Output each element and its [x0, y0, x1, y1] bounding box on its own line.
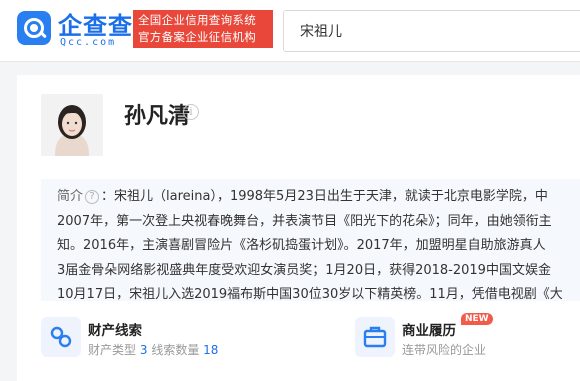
- new-badge: NEW: [461, 313, 493, 325]
- intro-label: 简介: [57, 189, 84, 204]
- slogan-line-1: 全国企业信用查询系统: [138, 13, 256, 27]
- intro-panel: 简介? ：宋祖儿（lareina），1998年5月23日出生于天津，就读于北京电影…: [41, 179, 580, 301]
- logo-icon[interactable]: [17, 11, 51, 45]
- briefcase-icon: [355, 317, 395, 357]
- property-clues-title[interactable]: 财产线索: [88, 319, 142, 339]
- business-history-title[interactable]: 商业履历: [402, 319, 456, 339]
- property-clues-meta: 财产类型 3 线索数量 18: [88, 343, 219, 357]
- person-card: 孙凡清 i 简介? ：宋祖儿（lareina），1998年5月23日出生于天津，就…: [17, 75, 580, 381]
- slogan-line-2: 官方备案企业征信机构: [138, 30, 256, 44]
- help-icon[interactable]: ?: [85, 190, 100, 204]
- intro-line-1: 简介? ：宋祖儿（lareina），1998年5月23日出生于天津，就读于北京电影…: [57, 189, 548, 204]
- logo-domain: Qcc.com: [60, 37, 117, 48]
- slogan-banner: 全国企业信用查询系统 官方备案企业征信机构: [133, 10, 273, 48]
- intro-line-2: 2007年，第一次登上央视春晚舞台，并表演节目《阳光下的花朵》；同年，由她领衔主: [57, 213, 552, 229]
- intro-line-4: 3届金骨朵网络影视盛典年度受欢迎女演员奖；1月20日，获得2018-2019中国…: [57, 262, 551, 278]
- clue-count[interactable]: 18: [203, 343, 218, 357]
- logo-text[interactable]: 企查查: [58, 6, 133, 41]
- property-type-count[interactable]: 3: [140, 343, 148, 357]
- site-header: 企查查 Qcc.com 全国企业信用查询系统 官方备案企业征信机构: [0, 0, 580, 62]
- business-history-meta: 连带风险的企业: [402, 343, 487, 357]
- search-input[interactable]: [284, 11, 580, 51]
- info-icon[interactable]: i: [183, 104, 199, 120]
- link-icon: [41, 317, 81, 357]
- search-box[interactable]: [283, 10, 580, 52]
- intro-line-5: 10月17日，宋祖儿入选2019福布斯中国30位30岁以下精英榜。11月，凭借电…: [57, 287, 563, 301]
- person-avatar: [41, 94, 103, 156]
- person-name: 孙凡清: [124, 104, 191, 129]
- intro-line-3: 知。2016年，主演喜剧冒险片《洛杉矶捣蛋计划》。2017年，加盟明星自助旅游真…: [57, 238, 546, 253]
